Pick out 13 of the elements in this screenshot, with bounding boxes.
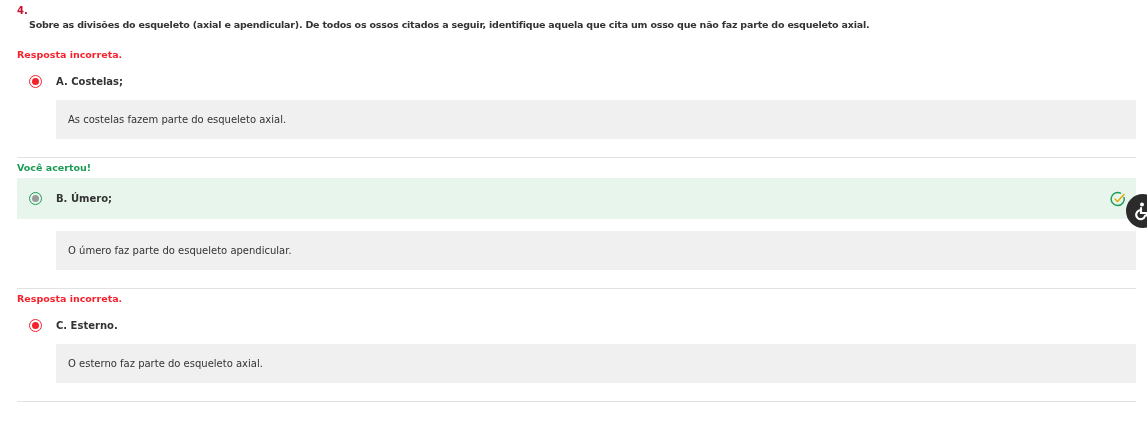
- option-label: B. Úmero;: [56, 193, 114, 204]
- feedback-box: As costelas fazem parte do esqueleto axial.: [56, 100, 1136, 139]
- check-circle-icon: [1110, 190, 1126, 207]
- answer-status: Resposta incorreta.: [17, 48, 124, 62]
- option-label: C. Esterno.: [56, 320, 119, 331]
- option-label: A. Costelas;: [56, 76, 125, 87]
- wheelchair-icon: [1133, 201, 1147, 221]
- feedback-box: O esterno faz parte do esqueleto axial.: [56, 344, 1136, 383]
- feedback-box: O úmero faz parte do esqueleto apendicular.: [56, 231, 1136, 270]
- answer-status: Você acertou!: [17, 161, 93, 175]
- answer-status: Resposta incorreta.: [17, 292, 124, 306]
- question-text: Sobre as divisões do esqueleto (axial e apendicular). De todos os ossos citados a seguir, identifique aquela que cita um osso que não faz parte do esqueleto axial.: [28, 19, 871, 32]
- question-number: 4.: [17, 5, 29, 18]
